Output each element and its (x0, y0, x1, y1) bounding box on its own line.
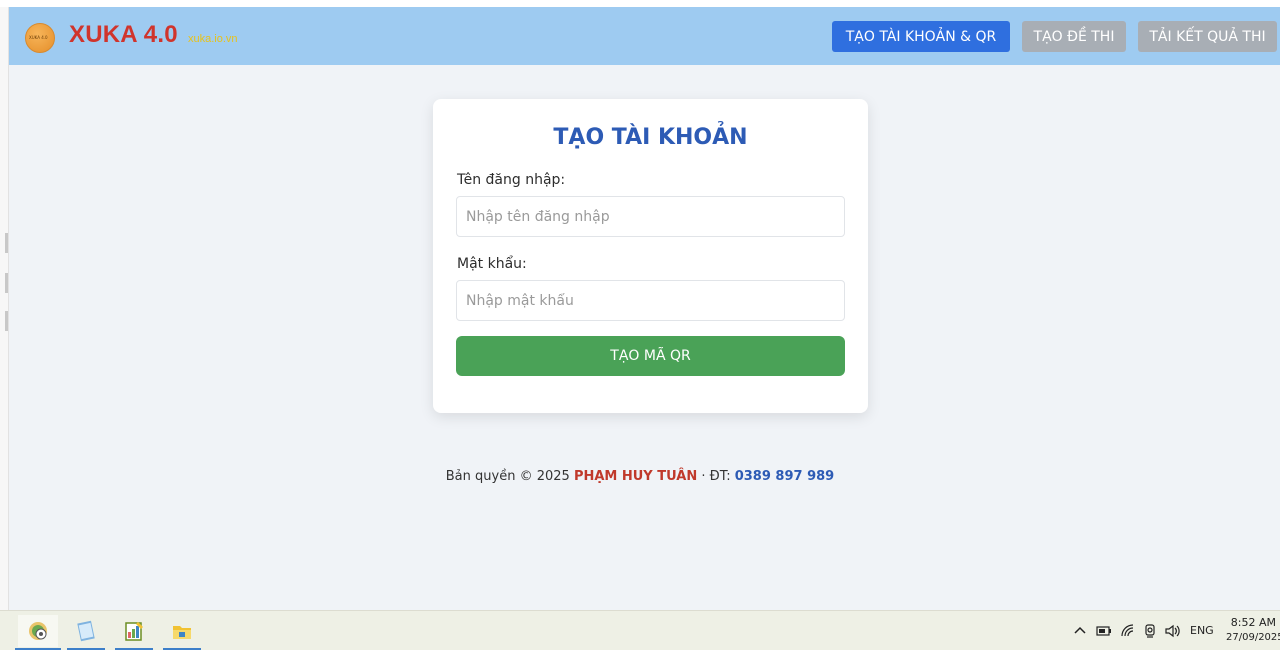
logo-text: XUKA 4.0 (29, 35, 48, 40)
logo-icon[interactable]: XUKA 4.0 (25, 23, 55, 53)
username-input[interactable] (456, 196, 845, 237)
clock-date: 27/09/2025 (1226, 632, 1280, 643)
taskbar: ENG 8:52 AM 27/09/2025 (0, 610, 1280, 650)
phone-separator: · ĐT: (697, 469, 735, 484)
password-input[interactable] (456, 280, 845, 321)
author-name: PHẠM HUY TUÂN (573, 469, 698, 484)
clock[interactable]: 8:52 AM 27/09/2025 (1226, 615, 1280, 645)
create-qr-button[interactable]: TẠO MÃ QR (456, 336, 845, 376)
phone-number[interactable]: 0389 897 989 (735, 469, 835, 484)
edge-tick (5, 311, 8, 331)
left-window-edge (0, 7, 9, 610)
copyright-prefix: Bản quyền © 2025 (445, 469, 574, 484)
brand-domain: xuka.io.vn (188, 33, 238, 45)
chevron-up-icon[interactable] (1072, 623, 1088, 639)
speaker-icon[interactable] (1164, 623, 1180, 639)
nav-download-results[interactable]: TẢI KẾT QUẢ THI (1138, 21, 1277, 52)
window-top-edge (0, 0, 1280, 7)
nav-create-account-qr[interactable]: TẠO TÀI KHOẢN & QR (832, 21, 1010, 52)
edge-tick (5, 273, 8, 293)
top-header: XUKA 4.0 XUKA 4.0 xuka.io.vn TẠO TÀI KHO… (9, 7, 1280, 65)
camera-icon[interactable] (1142, 623, 1158, 639)
edge-tick (5, 233, 8, 253)
clock-time: 8:52 AM (1230, 616, 1276, 629)
language-indicator[interactable]: ENG (1190, 624, 1214, 637)
wifi-icon[interactable] (1120, 623, 1136, 639)
file-explorer-icon[interactable] (162, 615, 202, 647)
notepad-icon[interactable] (66, 615, 106, 647)
copyright-footer: Bản quyền © 2025 PHẠM HUY TUÂN · ĐT: 038… (0, 469, 1280, 484)
editor-icon[interactable] (114, 615, 154, 647)
username-label: Tên đăng nhập: (457, 172, 566, 188)
brand-name[interactable]: XUKA 4.0 (69, 21, 178, 49)
password-label: Mật khẩu: (457, 256, 527, 272)
form-title: TẠO TÀI KHOẢN (553, 125, 748, 150)
create-account-card: TẠO TÀI KHOẢN Tên đăng nhập: Mật khẩu: T… (433, 99, 868, 413)
battery-icon[interactable] (1096, 623, 1112, 639)
browser-icon[interactable] (18, 615, 58, 647)
nav-create-exam[interactable]: TẠO ĐỀ THI (1022, 21, 1126, 52)
